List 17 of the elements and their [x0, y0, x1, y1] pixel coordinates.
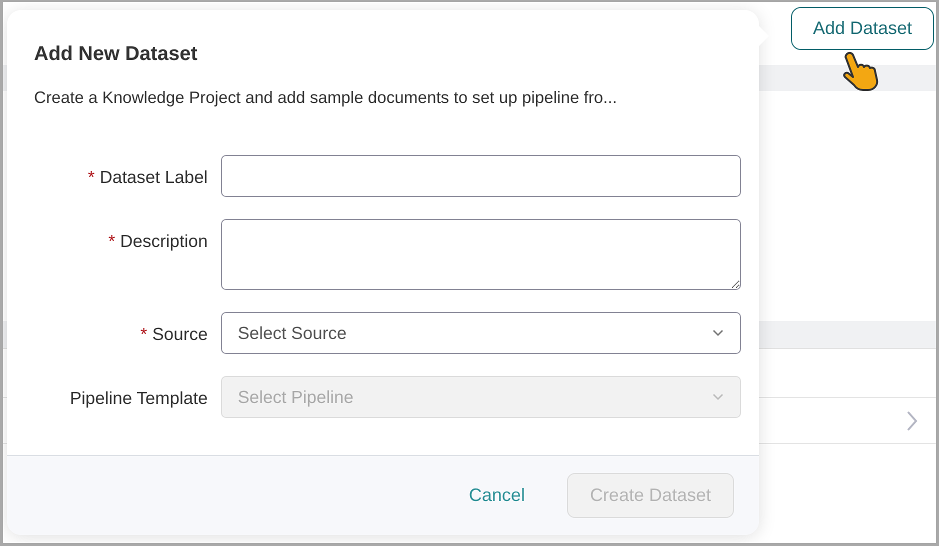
- select-dropdown[interactable]: Select Source: [220, 312, 741, 354]
- cancel-button[interactable]: Cancel: [462, 481, 531, 510]
- required-mark: *: [108, 230, 116, 251]
- chevron-down-icon: [712, 392, 724, 401]
- required-mark: *: [88, 166, 95, 187]
- dialog-subtitle: Create a Knowledge Project and add sample documents to set up pipeline fro...: [34, 87, 618, 109]
- required-mark: *: [140, 324, 148, 344]
- field-label: Description: [120, 230, 208, 251]
- chevron-down-icon: [712, 328, 724, 337]
- dialog-title: Add New Dataset: [34, 42, 198, 66]
- field-label: Dataset Label: [100, 166, 208, 187]
- text-field[interactable]: [220, 154, 741, 197]
- field-label: Source: [152, 324, 208, 344]
- chevron-right-icon[interactable]: [906, 410, 918, 432]
- text-area[interactable]: [220, 218, 741, 290]
- add-dataset-button[interactable]: Add Dataset: [790, 7, 934, 50]
- field-label: Pipeline Template: [70, 388, 208, 408]
